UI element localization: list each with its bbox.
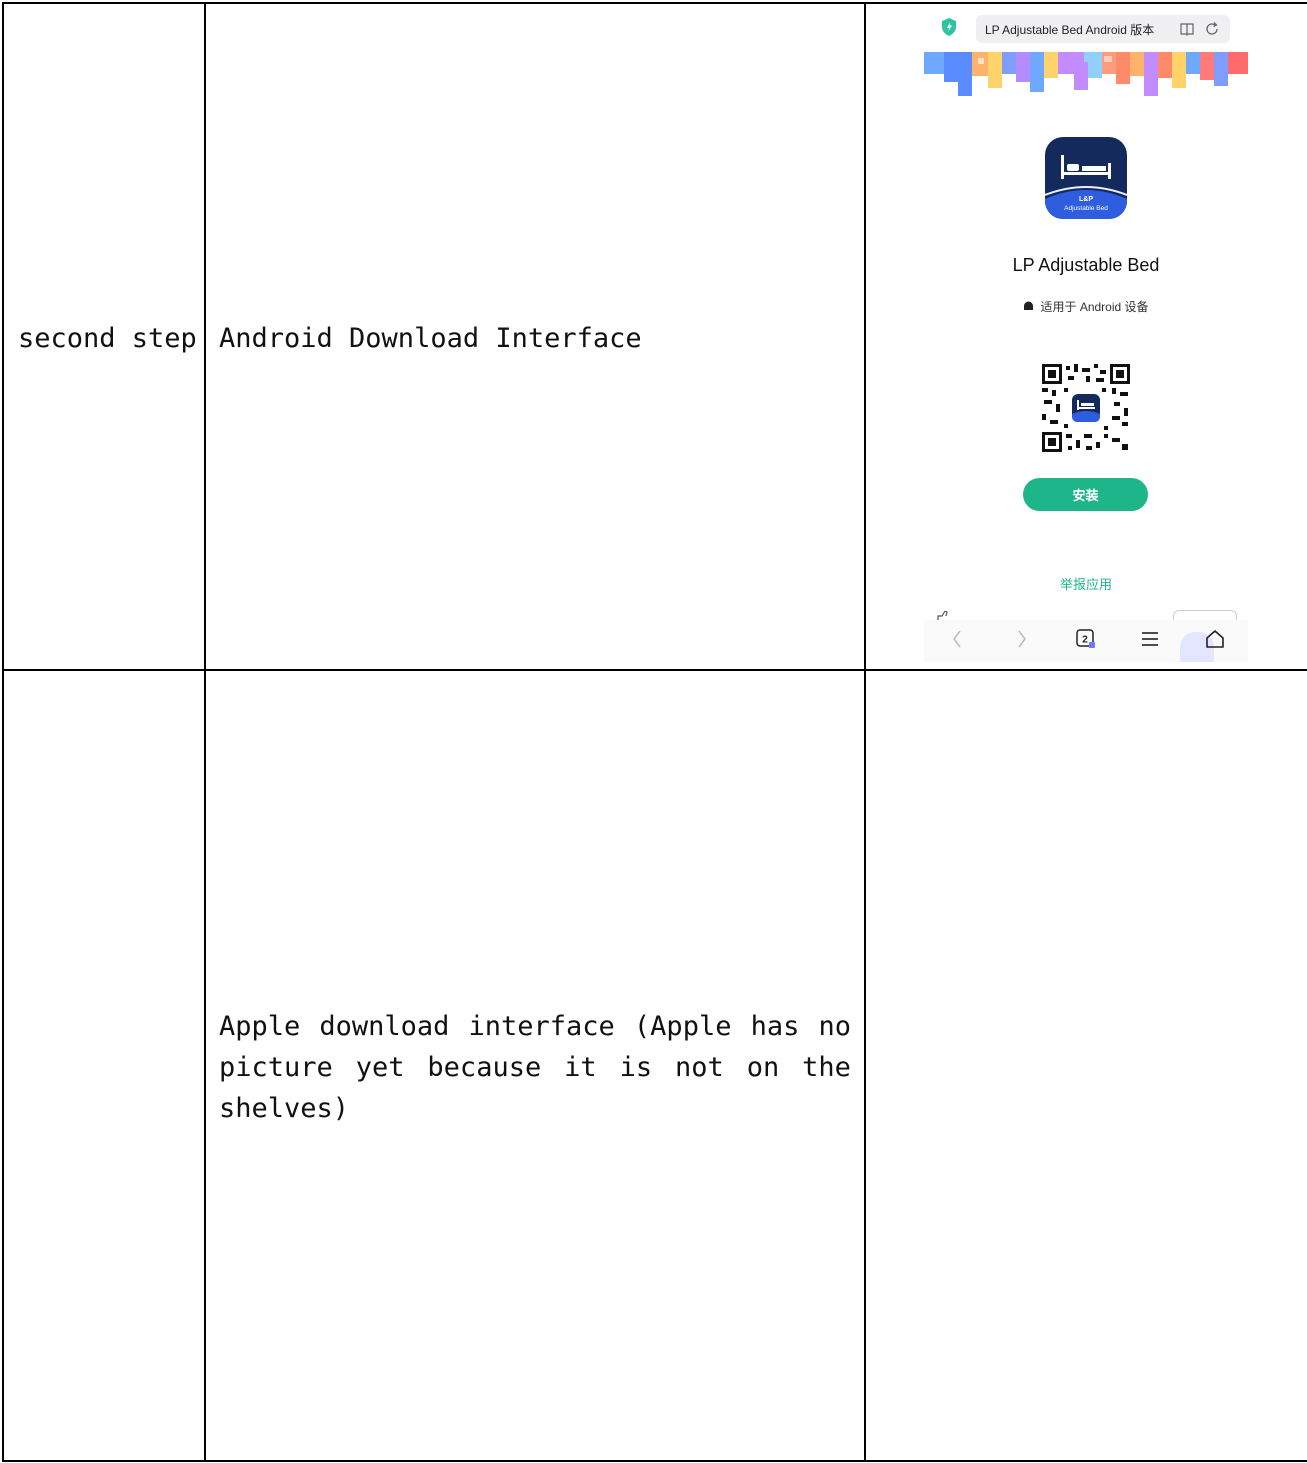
app-icon: L&P Adjustable Bed [1045, 137, 1127, 219]
row2-description-cell: Apple download interface (Apple has no p… [219, 1006, 851, 1129]
row2-description-line-1: Apple download interface (Apple has no [219, 1011, 851, 1042]
app-name: LP Adjustable Bed [1012, 255, 1160, 275]
address-bar[interactable]: LP Adjustable Bed Android 版本 [976, 15, 1230, 43]
app-icon-label-top: L&P [1079, 196, 1093, 203]
android-download-screenshot: LP Adjustable Bed Android 版本 L&P Adjusta… [924, 8, 1248, 662]
install-button[interactable]: 安装 [1023, 478, 1148, 511]
forward-icon[interactable] [1015, 628, 1029, 650]
reader-mode-icon[interactable] [1179, 21, 1195, 37]
row1-description-cell: Android Download Interface [219, 323, 642, 354]
table-border-middle [2, 669, 1307, 671]
security-shield-icon [942, 18, 956, 36]
row2-description-line-3: shelves) [219, 1093, 350, 1124]
android-icon [1024, 301, 1034, 310]
refresh-icon[interactable] [1204, 21, 1220, 37]
table-border-top [2, 2, 1307, 4]
table-border-bottom [2, 1460, 1307, 1462]
back-icon[interactable] [950, 628, 964, 650]
table-border-col2 [864, 2, 866, 1462]
tab-count: 2 [1082, 635, 1088, 646]
report-app-link[interactable]: 举报应用 [924, 574, 1248, 593]
home-icon[interactable] [1204, 628, 1226, 650]
compatibility-note: 适用于 Android 设备 [924, 298, 1248, 315]
address-text: LP Adjustable Bed Android 版本 [985, 23, 1155, 37]
table-border-col1 [204, 2, 206, 1462]
tabs-icon[interactable]: 2 [1075, 628, 1097, 650]
app-icon-label-bottom: Adjustable Bed [1064, 205, 1108, 212]
row1-step-cell: second step [18, 323, 197, 354]
decorative-banner [924, 52, 1248, 96]
table-border-left [2, 2, 4, 1462]
menu-icon[interactable] [1141, 628, 1159, 650]
qr-code [1042, 364, 1130, 452]
row2-description-line-2: picture yet because it is not on the [219, 1052, 851, 1083]
browser-bottom-nav: 2 [924, 620, 1248, 662]
compatibility-text: 适用于 Android 设备 [1040, 300, 1149, 314]
